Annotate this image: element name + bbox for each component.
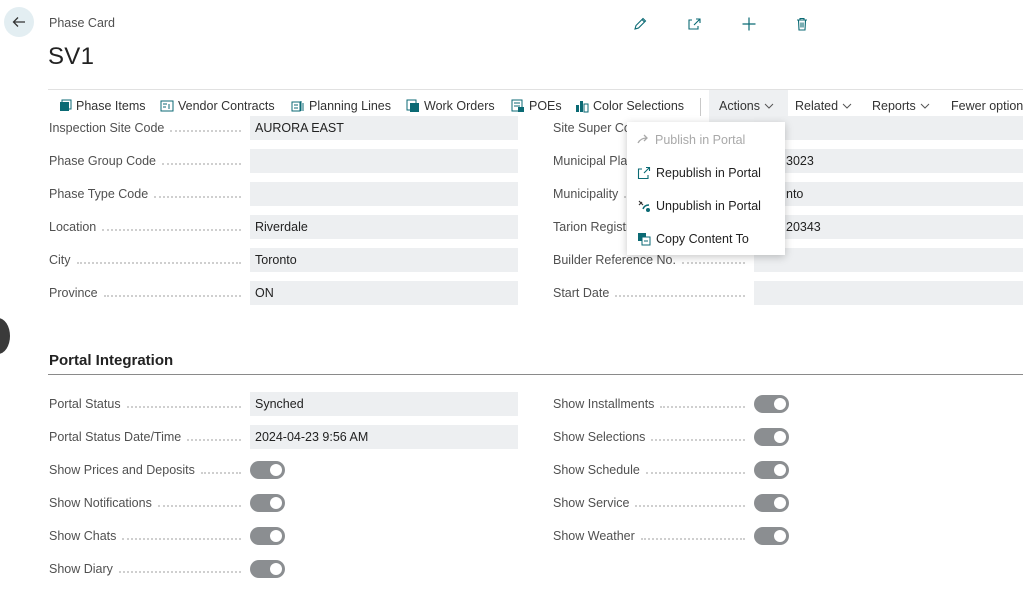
city-field[interactable]: Toronto: [250, 248, 518, 272]
portal-status-date-field[interactable]: 2024-04-23 9:56 AM: [250, 425, 518, 449]
copy-content-to-item[interactable]: Copy Content To: [627, 223, 785, 255]
show-service-toggle[interactable]: [754, 494, 789, 512]
portal-status-label: Portal Status: [49, 392, 249, 416]
vendor-contracts-icon: [160, 100, 174, 112]
province-field[interactable]: ON: [250, 281, 518, 305]
page-caption: Phase Card: [49, 16, 116, 30]
portal-status-field[interactable]: Synched: [250, 392, 518, 416]
show-chats-label: Show Chats: [49, 524, 249, 548]
location-field[interactable]: Riverdale: [250, 215, 518, 239]
portal-status-date-label: Portal Status Date/Time: [49, 425, 249, 449]
section-divider: [48, 374, 1023, 375]
republish-icon: [637, 166, 651, 180]
side-panel-handle[interactable]: [0, 318, 10, 354]
builder-reference-field[interactable]: [754, 248, 1023, 272]
location-label: Location: [49, 215, 249, 239]
chevron-down-icon: [920, 103, 930, 109]
municipal-plan-field[interactable]: 3023: [754, 149, 1023, 173]
start-date-label: Start Date: [553, 281, 753, 305]
site-super-code-field[interactable]: [754, 116, 1023, 140]
show-selections-label: Show Selections: [553, 425, 753, 449]
show-notifications-label: Show Notifications: [49, 491, 249, 515]
show-weather-label: Show Weather: [553, 524, 753, 548]
share-icon: [688, 18, 701, 30]
show-diary-label: Show Diary: [49, 557, 249, 581]
actions-dropdown: Publish in Portal Republish in Portal Un…: [627, 122, 785, 255]
poes-icon: [511, 99, 524, 112]
phase-group-code-field[interactable]: [250, 149, 518, 173]
share-button[interactable]: [683, 13, 705, 35]
show-chats-toggle[interactable]: [250, 527, 285, 545]
copy-content-icon: [638, 233, 651, 246]
page-title: SV1: [48, 43, 95, 70]
planning-lines-icon: [291, 101, 304, 112]
show-selections-toggle[interactable]: [754, 428, 789, 446]
tarion-registration-field[interactable]: 20343: [754, 215, 1023, 239]
edit-button[interactable]: [629, 13, 651, 35]
phase-items-icon: [60, 99, 72, 111]
inspection-site-code-field[interactable]: AURORA EAST: [250, 116, 518, 140]
back-button[interactable]: [4, 7, 34, 37]
municipality-field[interactable]: nto: [754, 182, 1023, 206]
unpublish-in-portal-item[interactable]: Unpublish in Portal: [627, 190, 785, 222]
show-service-label: Show Service: [553, 491, 753, 515]
arrow-left-icon: [12, 17, 25, 27]
trash-icon: [797, 17, 807, 31]
inspection-site-code-label: Inspection Site Code: [49, 116, 249, 140]
show-prices-deposits-label: Show Prices and Deposits: [49, 458, 249, 482]
new-button[interactable]: [738, 13, 760, 35]
portal-integration-title: Portal Integration: [49, 352, 174, 369]
delete-button[interactable]: [791, 13, 813, 35]
show-schedule-toggle[interactable]: [754, 461, 789, 479]
pencil-icon: [634, 17, 647, 30]
phase-type-code-field[interactable]: [250, 182, 518, 206]
publish-icon: [637, 134, 648, 143]
show-weather-toggle[interactable]: [754, 527, 789, 545]
unpublish-icon: [638, 200, 650, 212]
province-label: Province: [49, 281, 249, 305]
chevron-down-icon: [764, 103, 774, 109]
actionbar-separator: [700, 98, 701, 116]
phase-group-code-label: Phase Group Code: [49, 149, 249, 173]
show-installments-toggle[interactable]: [754, 395, 789, 413]
color-selections-icon: [576, 101, 589, 113]
show-prices-deposits-toggle[interactable]: [250, 461, 285, 479]
city-label: City: [49, 248, 249, 272]
chevron-down-icon: [842, 103, 852, 109]
show-diary-toggle[interactable]: [250, 560, 285, 578]
show-notifications-toggle[interactable]: [250, 494, 285, 512]
start-date-field[interactable]: [754, 281, 1023, 305]
work-orders-icon: [406, 99, 419, 112]
show-schedule-label: Show Schedule: [553, 458, 753, 482]
plus-icon: [742, 17, 756, 31]
republish-in-portal-item[interactable]: Republish in Portal: [627, 157, 785, 189]
publish-in-portal-item[interactable]: Publish in Portal: [627, 124, 785, 156]
phase-type-code-label: Phase Type Code: [49, 182, 249, 206]
show-installments-label: Show Installments: [553, 392, 753, 416]
